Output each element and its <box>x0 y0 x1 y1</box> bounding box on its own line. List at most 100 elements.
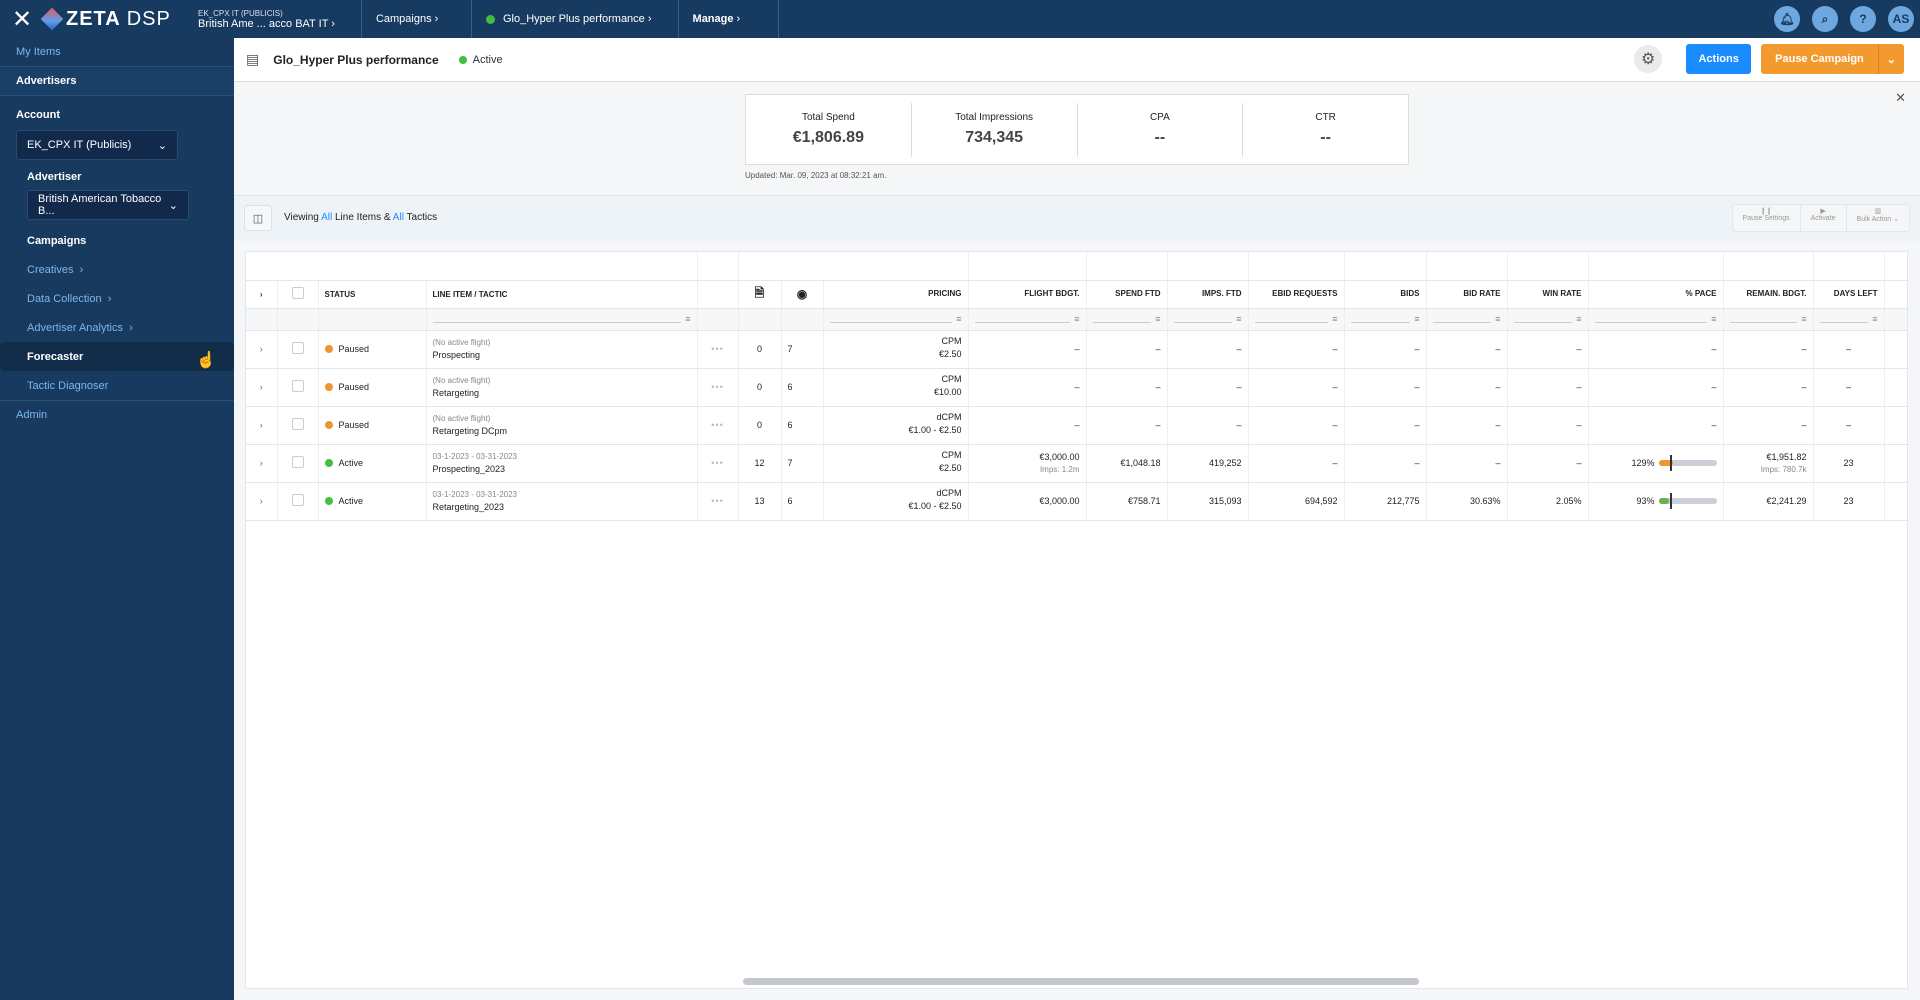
viewing-text: Viewing All Line Items & All Tactics <box>284 212 437 223</box>
filter-icon[interactable]: ≡ <box>685 314 690 324</box>
pace-text: – <box>1711 382 1717 392</box>
bulk-icon: ▥ <box>1874 208 1882 215</box>
sidebar-advertisers[interactable]: Advertisers <box>0 67 234 96</box>
row-checkbox[interactable] <box>291 380 304 392</box>
pricing-type: CPM <box>941 450 962 460</box>
actions-button[interactable]: Actions <box>1686 44 1752 74</box>
close-icon[interactable]: ✕ <box>1895 90 1906 106</box>
expand-row-icon[interactable]: › <box>246 406 278 445</box>
line-items-filter-link[interactable]: All <box>321 212 332 223</box>
sidebar-item-creatives[interactable]: Creatives › <box>0 255 234 284</box>
more-options-icon[interactable]: ••• <box>711 458 723 468</box>
line-item-name[interactable]: Retargeting DCpm <box>433 426 508 436</box>
filter-icon[interactable]: ≡ <box>1711 314 1716 324</box>
page-title: Glo_Hyper Plus performance <box>273 52 439 67</box>
account-select[interactable]: EK_CPX IT (Publicis) ⌄ <box>16 130 178 160</box>
more-options-icon[interactable]: ••• <box>711 496 723 506</box>
table-row[interactable]: › Active 03-1-2023 - 03-31-2023 Prospecti… <box>246 444 1907 483</box>
line-item-name[interactable]: Retargeting <box>433 388 480 398</box>
sidebar: My Items Advertisers Account EK_CPX IT (… <box>0 38 234 1000</box>
pace-fill <box>1658 498 1670 504</box>
bell-icon[interactable]: 🔔︎ <box>1774 6 1800 32</box>
filter-icon[interactable]: ≡ <box>1414 314 1419 324</box>
bulk-action-button[interactable]: ▥ Bulk Action ⌄ <box>1847 205 1909 231</box>
more-options-icon[interactable]: ••• <box>711 382 723 392</box>
row-checkbox[interactable] <box>291 342 304 354</box>
spend-ftd: – <box>1086 330 1168 369</box>
expand-row-icon[interactable]: › <box>246 444 278 483</box>
expand-row-icon[interactable]: › <box>246 482 278 521</box>
breadcrumb-campaigns[interactable]: Campaigns › <box>362 0 472 38</box>
tactics-filter-link[interactable]: All <box>393 212 404 223</box>
sidebar-item-tactic-diagnoser[interactable]: Tactic Diagnoser <box>0 371 234 400</box>
row-checkbox[interactable] <box>291 418 304 430</box>
table-row[interactable]: › Paused (No active flight) Retargeting •… <box>246 368 1907 407</box>
pace-text: – <box>1711 420 1717 430</box>
creatives-count: 0 <box>738 368 782 407</box>
search-icon[interactable]: ⌕ <box>1812 6 1838 32</box>
line-item-name[interactable]: Prospecting_2023 <box>433 464 506 474</box>
tactics-target-icon: ◉ <box>781 280 824 309</box>
horizontal-scrollbar[interactable] <box>743 978 1419 985</box>
table-row[interactable]: › Paused (No active flight) Retargeting D… <box>246 406 1907 445</box>
advertiser-select[interactable]: British American Tobacco B... ⌄ <box>27 190 189 220</box>
metric-value: -- <box>1154 129 1166 146</box>
imps-ftd: – <box>1167 406 1249 445</box>
bids: – <box>1344 368 1427 407</box>
breadcrumb-advertiser[interactable]: EK_CPX IT (PUBLICIS) British Ame ... acco… <box>184 0 362 38</box>
line-item-name[interactable]: Retargeting_2023 <box>433 502 505 512</box>
filter-icon[interactable]: ≡ <box>1074 314 1079 324</box>
logo[interactable]: ZETA DSP <box>40 7 184 31</box>
pause-campaign-button[interactable]: Pause Campaign ⌄ <box>1761 44 1904 74</box>
filter-icon[interactable]: ≡ <box>1236 314 1241 324</box>
advertiser-value: British American Tobacco B... <box>38 193 162 217</box>
pause-settings-button[interactable]: ❙❙ Pause Settings <box>1733 205 1801 231</box>
status-text: Active <box>338 495 364 506</box>
sidebar-item-campaigns[interactable]: Campaigns <box>0 226 234 255</box>
logo-diamond-icon <box>40 7 64 31</box>
activate-button[interactable]: ▶ Activate <box>1801 205 1847 231</box>
close-icon[interactable]: ✕ <box>0 5 44 34</box>
expand-all-icon[interactable]: › <box>246 280 278 309</box>
more-options-icon[interactable]: ••• <box>711 344 723 354</box>
filter-icon[interactable]: ≡ <box>1801 314 1806 324</box>
help-icon[interactable]: ? <box>1850 6 1876 32</box>
chevron-down-icon: ⌄ <box>157 139 167 152</box>
columns-icon[interactable]: ◫ <box>244 205 272 231</box>
gear-icon[interactable]: ⚙ <box>1634 45 1663 73</box>
more-options-icon[interactable]: ••• <box>711 420 723 430</box>
breadcrumb-campaign[interactable]: Glo_Hyper Plus performance › <box>472 0 679 38</box>
account-label: Account <box>16 109 60 121</box>
sidebar-item-data-collection[interactable]: Data Collection › <box>0 284 234 313</box>
filter-icon[interactable]: ≡ <box>1495 314 1500 324</box>
filter-icon[interactable]: ≡ <box>956 314 961 324</box>
updated-timestamp: Updated: Mar. 09, 2023 at 08:32:21 am. <box>745 171 887 180</box>
days-left: 23 <box>1813 444 1885 483</box>
filter-icon[interactable]: ≡ <box>1872 314 1877 324</box>
flight-dates: 03-1-2023 - 03-31-2023 <box>432 452 518 461</box>
table-row[interactable]: › Active 03-1-2023 - 03-31-2023 Retargeti… <box>246 482 1907 521</box>
filter-icon[interactable]: ≡ <box>1332 314 1337 324</box>
remaining-budget: – <box>1801 382 1807 392</box>
filter-icon[interactable]: ≡ <box>1576 314 1581 324</box>
select-all-checkbox[interactable] <box>291 287 304 299</box>
avatar[interactable]: AS <box>1888 6 1914 32</box>
col-spend-ftd: SPEND FTD <box>1086 280 1168 309</box>
sidebar-item-label: Creatives <box>27 263 74 276</box>
col-status: STATUS <box>318 280 427 309</box>
bulk-actions: ❙❙ Pause Settings ▶ Activate ▥ Bulk Action … <box>1731 204 1910 232</box>
table-row[interactable]: › Paused (No active flight) Prospecting •… <box>246 330 1907 369</box>
row-checkbox[interactable] <box>291 494 304 506</box>
sidebar-item-advertiser-analytics[interactable]: Advertiser Analytics › <box>0 313 234 342</box>
sidebar-admin[interactable]: Admin <box>0 400 234 429</box>
expand-row-icon[interactable]: › <box>246 330 278 369</box>
chevron-down-icon[interactable]: ⌄ <box>1877 44 1904 74</box>
spend-ftd: – <box>1086 406 1168 445</box>
creatives-icon: 🗎︎ <box>738 280 782 309</box>
sidebar-my-items[interactable]: My Items <box>0 38 234 67</box>
row-checkbox[interactable] <box>291 456 304 468</box>
breadcrumb-manage[interactable]: Manage › <box>679 0 779 38</box>
expand-row-icon[interactable]: › <box>246 368 278 407</box>
line-item-name[interactable]: Prospecting <box>433 350 481 360</box>
filter-icon[interactable]: ≡ <box>1155 314 1160 324</box>
